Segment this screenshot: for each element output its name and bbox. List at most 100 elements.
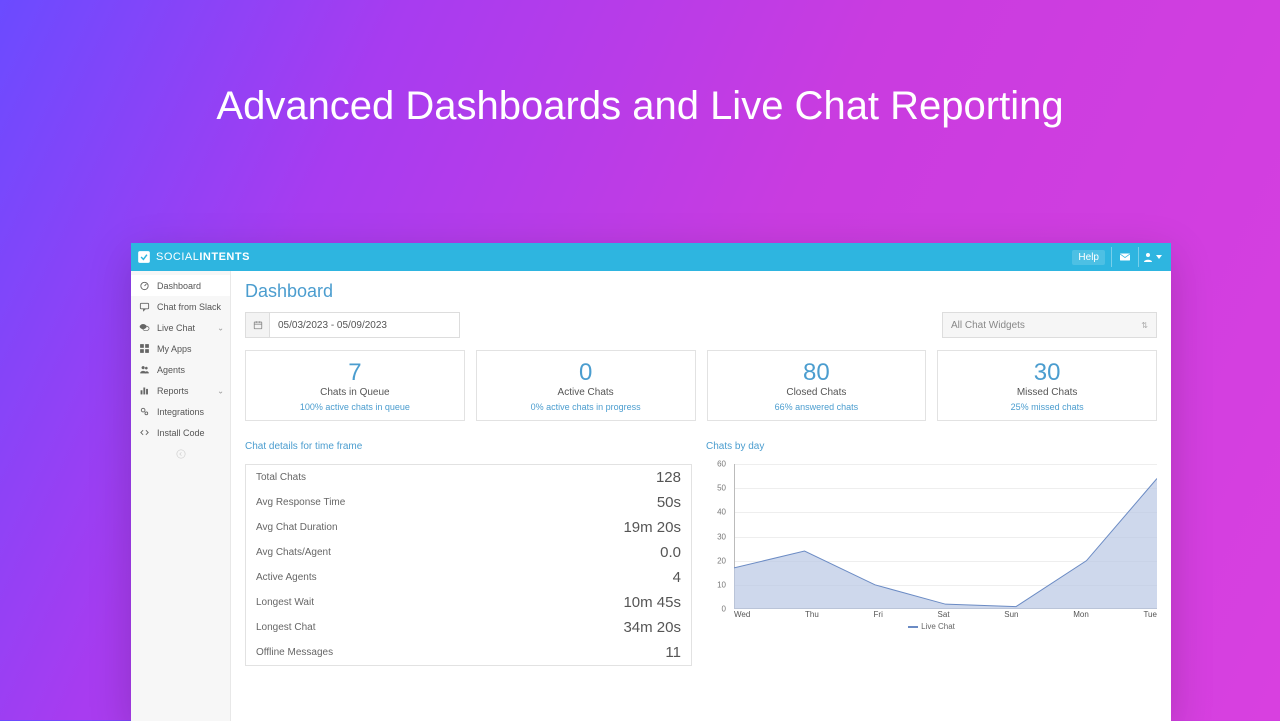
detail-label: Longest Chat: [256, 622, 316, 633]
brand-text: SOCIALINTENTS: [156, 251, 250, 263]
widget-select-value: All Chat Widgets: [951, 320, 1025, 331]
stat-number: 0: [483, 359, 689, 387]
chevron-down-icon: ⌄: [217, 323, 224, 332]
chevron-down-icon: ⌄: [217, 386, 224, 395]
chart-legend: Live Chat: [706, 622, 1157, 631]
details-title: Chat details for time frame: [245, 441, 692, 452]
sidebar-item-integrations[interactable]: Integrations: [131, 401, 230, 422]
chevron-down-icon: [1156, 255, 1162, 259]
chat-icon: [139, 301, 150, 312]
stat-number: 30: [944, 359, 1150, 387]
sidebar-item-live-chat[interactable]: Live Chat ⌄: [131, 317, 230, 338]
sidebar-item-label: Dashboard: [157, 281, 201, 291]
sidebar-item-dashboard[interactable]: Dashboard: [131, 275, 230, 296]
detail-row: Avg Chats/Agent0.0: [246, 540, 691, 565]
details-table: Total Chats 128 Avg Response Time 50s Avg Ch…: [245, 464, 692, 666]
stat-subtext: 0% active chats in progress: [483, 402, 689, 412]
detail-row: Longest Wait 10m 45s: [246, 590, 691, 615]
chats-by-day-chart: 0102030405060 WedThuFriSatSunMonTue Live…: [706, 464, 1157, 639]
sidebar-item-label: Live Chat: [157, 323, 195, 333]
chart-title: Chats by day: [706, 441, 1157, 452]
detail-row: Active Agents 4: [246, 565, 691, 590]
sidebar-item-agents[interactable]: Agents: [131, 359, 230, 380]
sidebar-item-label: Reports: [157, 386, 189, 396]
sidebar-item-label: Agents: [157, 365, 185, 375]
detail-row: Avg Response Time 50s: [246, 490, 691, 515]
y-tick: 0: [722, 605, 726, 614]
page-title: Dashboard: [245, 281, 1157, 302]
y-tick: 20: [717, 556, 726, 565]
stat-card[interactable]: 80Closed Chats66% answered chats: [707, 350, 927, 421]
detail-label: Longest Wait: [256, 597, 314, 608]
y-tick: 10: [717, 580, 726, 589]
stat-subtext: 66% answered chats: [714, 402, 920, 412]
details-panel: Chat details for time frame Total Chats 1…: [245, 441, 692, 666]
bars-icon: [139, 385, 150, 396]
cogs-icon: [139, 406, 150, 417]
date-range-text: 05/03/2023 - 05/09/2023: [270, 320, 387, 331]
chevron-left-icon: [176, 449, 186, 459]
x-tick: Sat: [938, 610, 950, 619]
code-icon: [139, 427, 150, 438]
legend-label: Live Chat: [921, 622, 955, 631]
sidebar-collapse[interactable]: [131, 443, 230, 468]
users-icon: [139, 364, 150, 375]
legend-swatch: [908, 626, 918, 628]
stat-label: Active Chats: [483, 387, 689, 398]
detail-value: 128: [656, 469, 681, 486]
detail-value: 50s: [657, 494, 681, 511]
topbar-right: Help: [1072, 243, 1165, 271]
marketing-heading: Advanced Dashboards and Live Chat Report…: [0, 0, 1280, 129]
date-range-picker[interactable]: 05/03/2023 - 05/09/2023: [245, 312, 460, 338]
app-window: SOCIALINTENTS Help Dashboard Chat from Sl…: [131, 243, 1171, 721]
detail-value: 11: [665, 644, 681, 661]
comments-icon: [139, 322, 150, 333]
x-tick: Wed: [734, 610, 750, 619]
brand-logo[interactable]: SOCIALINTENTS: [137, 250, 250, 264]
detail-value: 4: [673, 569, 681, 586]
stat-card[interactable]: 0Active Chats 0% active chats in progress: [476, 350, 696, 421]
widget-select[interactable]: All Chat Widgets ⇅: [942, 312, 1157, 338]
main-content: Dashboard 05/03/2023 - 05/09/2023 All Ch…: [231, 271, 1171, 721]
detail-label: Avg Chat Duration: [256, 522, 338, 533]
stat-subtext: 100% active chats in queue: [252, 402, 458, 412]
chart-panel: Chats by day 0102030405060 WedThuFriSatS…: [706, 441, 1157, 666]
detail-value: 19m 20s: [623, 519, 681, 536]
sidebar-item-chat-from-slack[interactable]: Chat from Slack: [131, 296, 230, 317]
y-tick: 40: [717, 508, 726, 517]
x-tick: Sun: [1004, 610, 1018, 619]
stat-label: Missed Chats: [944, 387, 1150, 398]
sidebar-item-install-code[interactable]: Install Code: [131, 422, 230, 443]
stats-row: 7Chats in Queue100% active chats in queu…: [245, 350, 1157, 421]
detail-label: Total Chats: [256, 472, 306, 483]
apps-icon: [139, 343, 150, 354]
topbar: SOCIALINTENTS Help: [131, 243, 1171, 271]
stat-label: Chats in Queue: [252, 387, 458, 398]
stat-subtext: 25% missed chats: [944, 402, 1150, 412]
detail-value: 10m 45s: [623, 594, 681, 611]
sidebar-item-label: My Apps: [157, 344, 192, 354]
detail-row: Avg Chat Duration 19m 20s: [246, 515, 691, 540]
detail-label: Offline Messages: [256, 647, 333, 658]
x-tick: Thu: [805, 610, 819, 619]
select-caret-icon: ⇅: [1141, 321, 1148, 330]
detail-label: Avg Response Time: [256, 497, 345, 508]
sidebar-item-my-apps[interactable]: My Apps: [131, 338, 230, 359]
x-tick: Mon: [1073, 610, 1089, 619]
detail-label: Active Agents: [256, 572, 317, 583]
detail-row: Total Chats 128: [246, 465, 691, 490]
toolbar: 05/03/2023 - 05/09/2023 All Chat Widgets…: [245, 312, 1157, 338]
chart-area: [734, 479, 1157, 610]
stat-card[interactable]: 7Chats in Queue100% active chats in queu…: [245, 350, 465, 421]
detail-row: Offline Messages 11: [246, 640, 691, 665]
sidebar-item-reports[interactable]: Reports ⌄: [131, 380, 230, 401]
envelope-icon[interactable]: [1112, 243, 1138, 271]
brand-icon: [137, 250, 151, 264]
detail-value: 34m 20s: [623, 619, 681, 636]
stat-label: Closed Chats: [714, 387, 920, 398]
y-tick: 60: [717, 460, 726, 469]
dashboard-icon: [139, 280, 150, 291]
help-button[interactable]: Help: [1072, 250, 1105, 265]
stat-card[interactable]: 30Missed Chats 25% missed chats: [937, 350, 1157, 421]
user-menu[interactable]: [1139, 243, 1165, 271]
